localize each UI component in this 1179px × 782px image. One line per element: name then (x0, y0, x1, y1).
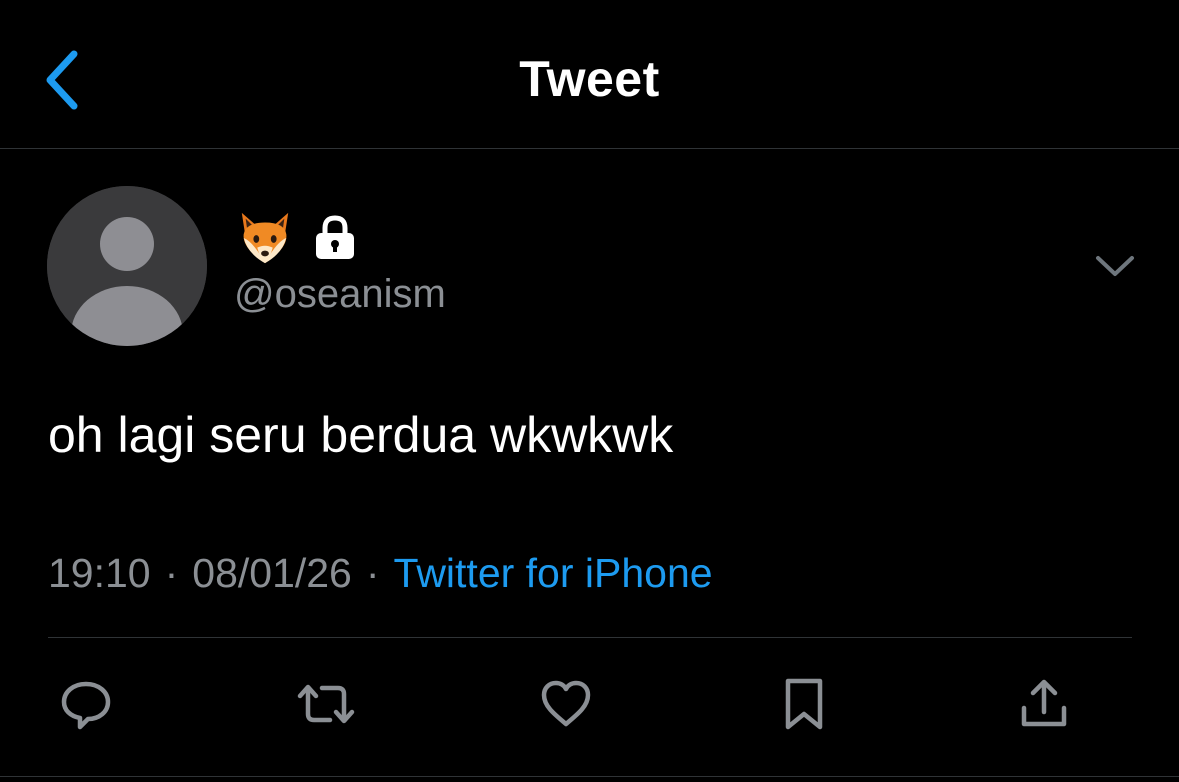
heart-icon (541, 680, 591, 727)
tweet-metadata: 19:10 · 08/01/26 · Twitter for iPhone (48, 550, 713, 597)
fox-face-icon (241, 212, 289, 264)
tweet-source-link[interactable]: Twitter for iPhone (394, 550, 713, 596)
separator: · (164, 550, 179, 596)
share-button[interactable] (1014, 674, 1074, 734)
top-bar: Tweet (0, 0, 1179, 149)
reply-icon (61, 681, 111, 730)
avatar[interactable] (47, 186, 207, 346)
separator: · (365, 550, 380, 596)
chevron-down-icon (1096, 256, 1134, 276)
lock-icon (316, 215, 354, 259)
divider (0, 776, 1179, 777)
page-title: Tweet (519, 51, 660, 107)
bookmark-button[interactable] (774, 674, 834, 734)
share-icon (1021, 679, 1067, 727)
more-options-button[interactable] (1090, 246, 1140, 286)
bookmark-icon (785, 678, 823, 730)
display-name[interactable] (236, 208, 356, 268)
default-avatar-icon (47, 186, 207, 346)
divider (48, 637, 1132, 638)
tweet-text: oh lagi seru berdua wkwkwk (48, 407, 674, 463)
action-bar (0, 664, 1179, 744)
retweet-icon (297, 684, 355, 724)
user-handle[interactable]: @oseanism (234, 272, 446, 317)
tweet-time: 19:10 (48, 550, 151, 596)
tweet-date: 08/01/26 (192, 550, 352, 596)
like-button[interactable] (536, 674, 596, 734)
retweet-button[interactable] (296, 674, 356, 734)
reply-button[interactable] (56, 674, 116, 734)
